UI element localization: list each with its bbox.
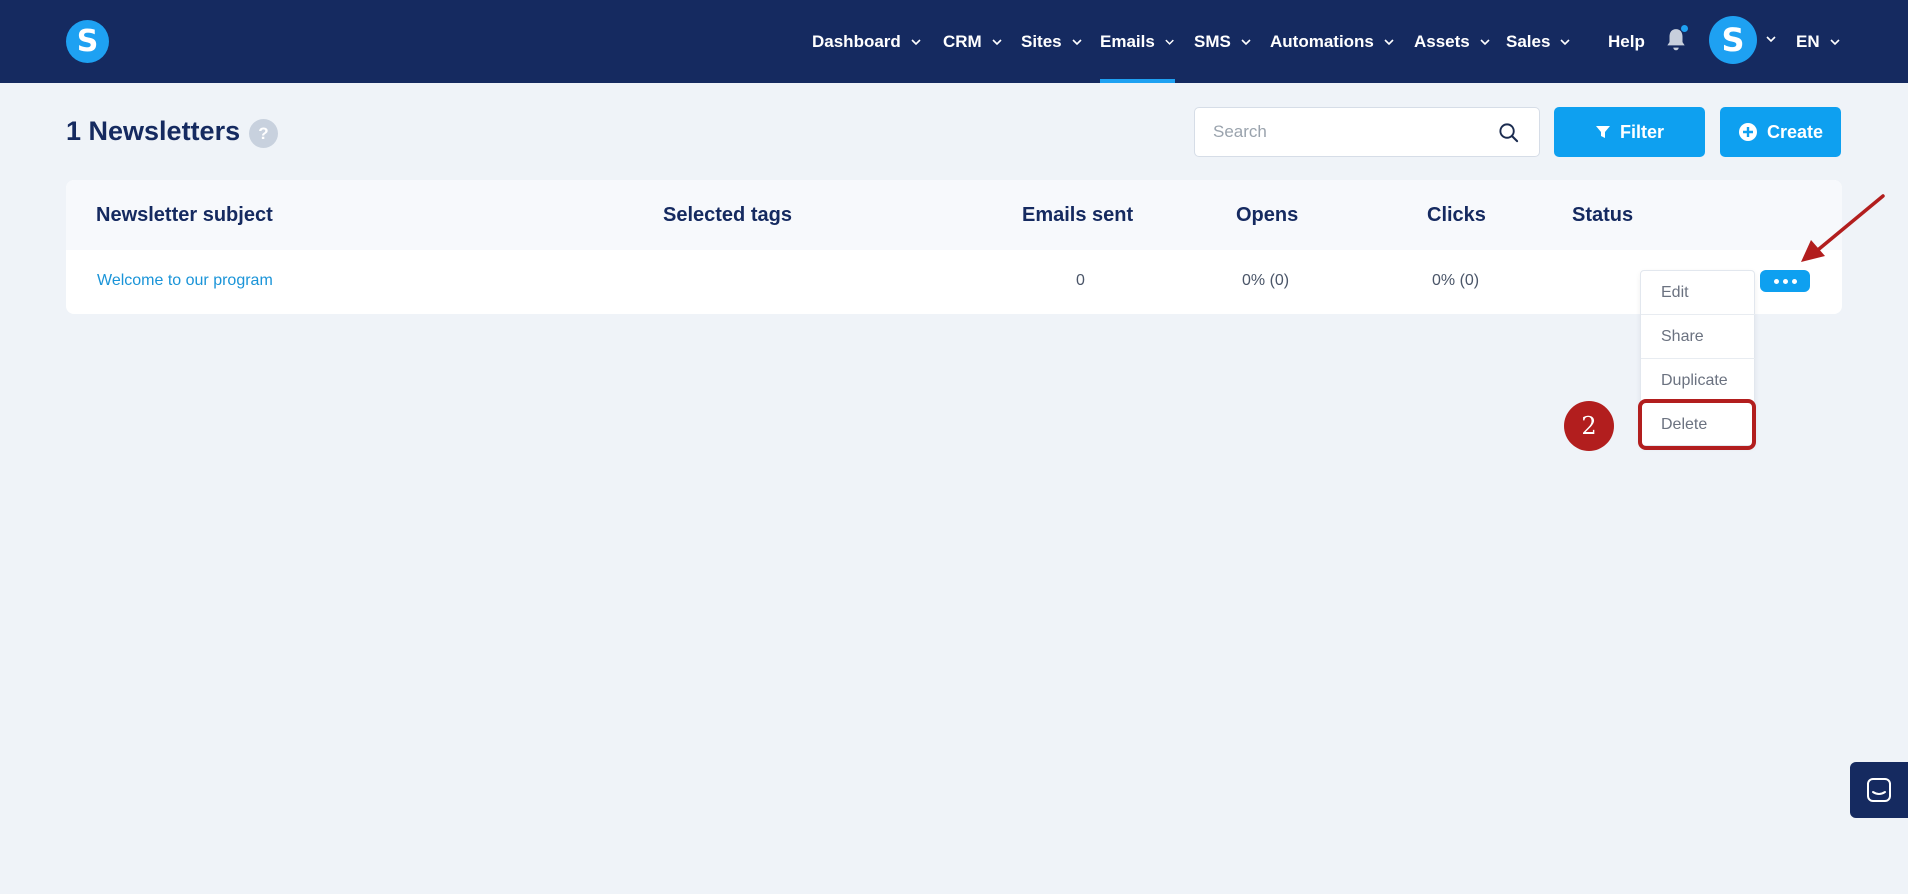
ellipsis-icon (1773, 278, 1779, 284)
chevron-down-icon (1384, 38, 1394, 45)
chevron-down-icon (911, 38, 921, 45)
nav-item-assets[interactable]: Assets (1414, 0, 1491, 83)
brand-logo-icon[interactable]: S (66, 20, 109, 63)
column-header-tags[interactable]: Selected tags (663, 204, 792, 227)
notification-dot (1680, 24, 1689, 33)
search-icon[interactable] (1498, 122, 1519, 143)
language-label: EN (1796, 31, 1820, 51)
nav-item-crm[interactable]: CRM (943, 0, 1003, 83)
language-selector[interactable]: EN (1796, 0, 1841, 83)
menu-item-share[interactable]: Share (1641, 315, 1756, 359)
chevron-down-icon (1165, 39, 1174, 45)
nav-item-label: Emails (1100, 31, 1155, 51)
newsletters-table: Newsletter subject Selected tags Emails … (66, 180, 1842, 314)
pointer-arrow-icon (1801, 194, 1885, 262)
emails-sent-cell: 0 (1076, 272, 1085, 289)
nav-item-label: Automations (1270, 31, 1374, 51)
nav-item-sites[interactable]: Sites (1021, 0, 1083, 83)
column-header-status[interactable]: Status (1572, 204, 1633, 227)
nav-item-label: Dashboard (812, 31, 901, 51)
chat-icon (1867, 778, 1891, 802)
search-input[interactable] (1213, 108, 1493, 156)
nav-item-label: Assets (1414, 31, 1470, 51)
chevron-down-icon (1830, 38, 1840, 45)
opens-cell: 0% (0) (1242, 272, 1290, 289)
nav-item-help[interactable]: Help (1608, 0, 1645, 83)
nav-item-label: Sites (1021, 31, 1062, 51)
filter-button-label: Filter (1619, 121, 1664, 142)
nav-item-label: Sales (1506, 31, 1551, 51)
newsletter-subject-link[interactable]: Welcome to our program (97, 272, 273, 290)
nav-item-automations[interactable]: Automations (1270, 0, 1395, 83)
column-header-opens[interactable]: Opens (1236, 204, 1298, 227)
menu-item-duplicate[interactable]: Duplicate (1641, 359, 1756, 403)
chevron-down-icon (1480, 38, 1490, 45)
chevron-down-icon[interactable] (1765, 33, 1777, 45)
menu-item-edit[interactable]: Edit (1641, 271, 1756, 315)
nav-item-label: Help (1608, 31, 1645, 51)
search-box (1194, 107, 1540, 157)
avatar[interactable]: S (1709, 16, 1757, 64)
chevron-down-icon (992, 38, 1002, 45)
funnel-icon (1595, 124, 1611, 140)
filter-button[interactable]: Filter (1554, 107, 1705, 157)
chevron-down-icon (1072, 38, 1082, 45)
step-number-badge: 2 (1564, 401, 1614, 451)
nav-item-sales[interactable]: Sales (1506, 0, 1571, 83)
column-header-clicks[interactable]: Clicks (1427, 204, 1486, 227)
column-header-subject[interactable]: Newsletter subject (96, 204, 273, 227)
plus-circle-icon (1738, 122, 1758, 142)
row-actions-button[interactable] (1760, 270, 1810, 292)
nav-item-label: CRM (943, 31, 982, 51)
clicks-cell: 0% (0) (1432, 272, 1480, 289)
chat-widget-button[interactable] (1850, 762, 1908, 818)
column-header-emails-sent[interactable]: Emails sent (1022, 204, 1133, 227)
help-icon[interactable]: ? (249, 119, 278, 148)
page-title: 1 Newsletters (66, 116, 241, 146)
create-button[interactable]: Create (1720, 107, 1841, 157)
nav-item-emails[interactable]: Emails (1100, 0, 1175, 83)
nav-item-sms[interactable]: SMS (1194, 0, 1252, 83)
create-button-label: Create (1766, 121, 1824, 142)
nav-item-dashboard[interactable]: Dashboard (812, 0, 922, 83)
delete-highlight-box (1638, 399, 1756, 450)
chevron-down-icon (1241, 38, 1251, 45)
nav-item-label: SMS (1194, 31, 1231, 51)
chevron-down-icon (1560, 38, 1571, 45)
table-header: Newsletter subject Selected tags Emails … (66, 180, 1842, 250)
top-nav-bar: S Dashboard CRM Sites Emails SMS Automat… (0, 0, 1908, 83)
